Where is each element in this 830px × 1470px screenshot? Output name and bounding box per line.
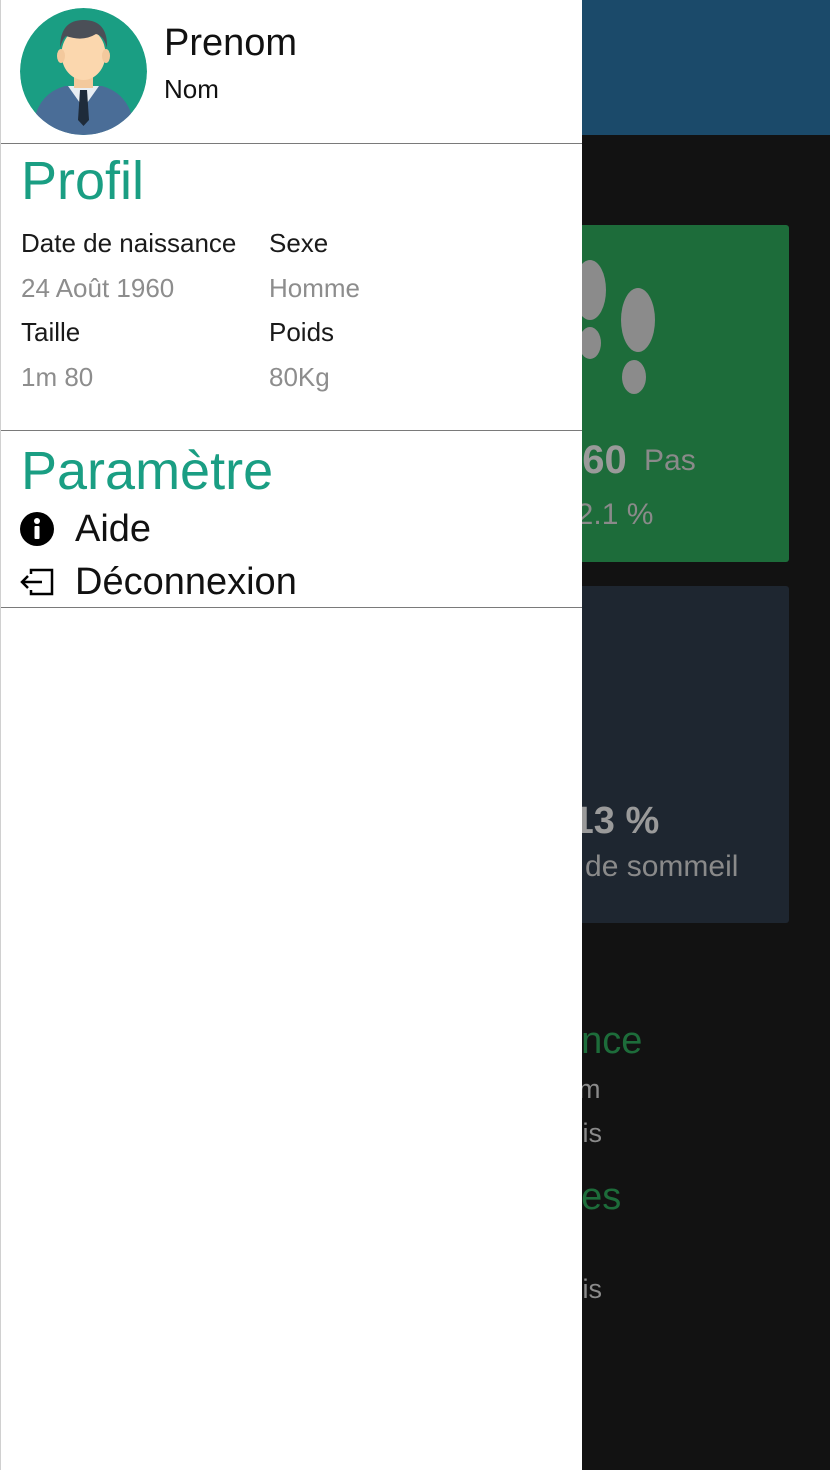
menu-item-help-label: Aide [75, 507, 152, 550]
info-icon [19, 511, 55, 547]
sex-value: Homme [269, 273, 361, 303]
sex-label: Sexe [269, 228, 329, 258]
sleep-label: é de sommeil [560, 850, 739, 883]
menu-item-logout-label: Déconnexion [75, 560, 297, 603]
user-last-name: Nom [164, 74, 219, 104]
navigation-drawer: Prenom Nom Profil Date de naissance 24 A… [0, 0, 582, 1470]
height-label: Taille [21, 317, 81, 347]
weight-label: Poids [269, 317, 335, 347]
height-value: 1m 80 [21, 362, 94, 392]
section-divider [1, 607, 582, 608]
birth-date-label: Date de naissance [21, 228, 237, 258]
steps-unit: Pas [644, 444, 696, 477]
logout-icon [19, 564, 55, 600]
user-first-name: Prenom [164, 22, 298, 64]
weight-value: 80Kg [269, 362, 330, 392]
user-avatar-icon [20, 8, 147, 135]
birth-date-value: 24 Août 1960 [21, 273, 175, 303]
settings-section-title: Paramètre [21, 441, 274, 501]
menu-item-help[interactable]: Aide [19, 506, 151, 552]
section-divider [1, 430, 582, 431]
profile-section-title: Profil [21, 151, 145, 211]
menu-item-logout[interactable]: Déconnexion [19, 559, 297, 605]
drawer-header: Prenom Nom [1, 0, 582, 144]
avatar[interactable] [20, 8, 147, 135]
